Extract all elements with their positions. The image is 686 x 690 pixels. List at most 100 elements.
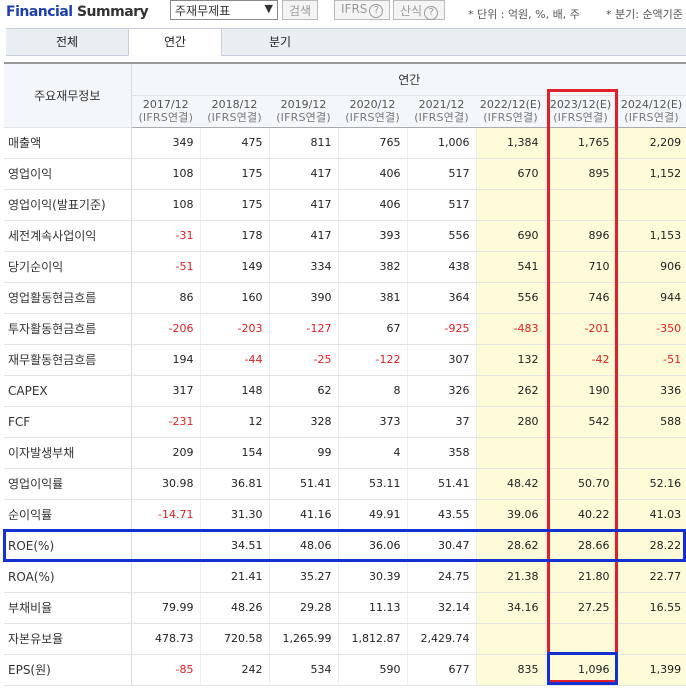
column-header: 2024/12(E) (IFRS연결) <box>616 95 686 128</box>
table-cell: -14.71 <box>130 499 200 531</box>
column-header: 2021/12 (IFRS연결) <box>407 95 476 128</box>
table-cell: 30.47 <box>406 530 476 562</box>
column-basis: (IFRS연결) <box>553 111 608 124</box>
table-cell: 1,006 <box>406 127 476 159</box>
row-label: 순이익률 <box>4 499 132 531</box>
column-period: 2019/12 <box>280 98 327 111</box>
table-cell: -51 <box>615 344 686 376</box>
column-basis: (IFRS연결) <box>207 111 262 124</box>
column-basis: (IFRS연결) <box>276 111 331 124</box>
row-label: 재무활동현금흐름 <box>4 344 132 376</box>
column-period: 2018/12 <box>211 98 258 111</box>
table-cell: -51 <box>130 251 200 283</box>
table-row: 재무활동현금흐름 194 -44 -25 -122 307 132 -42 -51 <box>4 344 686 376</box>
row-label: 부채비율 <box>4 592 132 624</box>
column-period: 2020/12 <box>349 98 396 111</box>
search-button-label: 검색 <box>289 4 312 18</box>
table-cell: 2,429.74 <box>406 623 476 655</box>
table-cell: 132 <box>475 344 545 376</box>
tab-quarter[interactable]: 분기 <box>222 29 338 56</box>
table-cell: 677 <box>406 654 476 686</box>
table-cell: 1,096 <box>544 654 616 686</box>
ifrs-button[interactable]: IFRS? <box>334 0 391 20</box>
table-cell: 108 <box>130 189 200 221</box>
table-cell: 944 <box>615 282 686 314</box>
table-cell: 28.22 <box>615 530 686 562</box>
table-cell: 99 <box>268 437 338 469</box>
title-part2: Summary <box>76 4 149 20</box>
table-cell: 41.16 <box>268 499 338 531</box>
column-period: 2022/12(E) <box>479 98 542 111</box>
column-header: 2022/12(E) (IFRS연결) <box>476 95 545 128</box>
row-label: 영업이익률 <box>4 468 132 500</box>
table-cell: 334 <box>268 251 338 283</box>
table-cell: 2,209 <box>615 127 686 159</box>
table-row: 영업이익(발표기준) 108 175 417 406 517 <box>4 189 686 221</box>
column-basis: (IFRS연결) <box>624 111 679 124</box>
table-row: FCF -231 12 328 373 37 280 542 588 <box>4 406 686 438</box>
table-cell <box>615 623 686 655</box>
table-cell <box>544 623 616 655</box>
table-cell: 40.22 <box>544 499 616 531</box>
table-cell: 39.06 <box>475 499 545 531</box>
table-cell: 21.38 <box>475 561 545 593</box>
table-cell: 30.39 <box>337 561 407 593</box>
table-cell: 37 <box>406 406 476 438</box>
column-period: 2024/12(E) <box>620 98 683 111</box>
table-cell: -350 <box>615 313 686 345</box>
column-header: 2019/12 (IFRS연결) <box>269 95 338 128</box>
table-cell: 36.06 <box>337 530 407 562</box>
table-cell: 364 <box>406 282 476 314</box>
search-button[interactable]: 검색 <box>282 0 319 20</box>
column-basis: (IFRS연결) <box>483 111 538 124</box>
tab-annual[interactable]: 연간 <box>128 28 222 56</box>
table-cell <box>475 437 545 469</box>
period-tabs: 전체 연간 분기 <box>6 28 686 56</box>
table-cell: 438 <box>406 251 476 283</box>
table-cell: 556 <box>475 282 545 314</box>
statement-select[interactable]: 주재무제표 ▼ <box>170 0 278 20</box>
row-label: 영업활동현금흐름 <box>4 282 132 314</box>
table-cell: 28.66 <box>544 530 616 562</box>
table-cell: 1,265.99 <box>268 623 338 655</box>
table-cell: 690 <box>475 220 545 252</box>
row-label: ROE(%) <box>4 530 132 562</box>
table-cell: 720.58 <box>199 623 269 655</box>
table-cell: 393 <box>337 220 407 252</box>
column-header: 2017/12 (IFRS연결) <box>131 95 200 128</box>
table-cell: 30.98 <box>130 468 200 500</box>
formula-button[interactable]: 산식? <box>393 0 446 20</box>
table-cell: 4 <box>337 437 407 469</box>
column-basis: (IFRS연결) <box>138 111 194 124</box>
statement-select-value: 주재무제표 <box>175 4 231 18</box>
table-cell: 41.03 <box>615 499 686 531</box>
table-cell: 8 <box>337 375 407 407</box>
table-cell: 48.42 <box>475 468 545 500</box>
table-cell: 382 <box>337 251 407 283</box>
table-cell: 811 <box>268 127 338 159</box>
table-cell: -44 <box>199 344 269 376</box>
table-cell: 34.51 <box>199 530 269 562</box>
table-cell: 381 <box>337 282 407 314</box>
table-cell: 406 <box>337 158 407 190</box>
table-cell: 148 <box>199 375 269 407</box>
table-cell: 336 <box>615 375 686 407</box>
table-cell: 16.55 <box>615 592 686 624</box>
table-cell: 27.25 <box>544 592 616 624</box>
table-cell: 349 <box>130 127 200 159</box>
title-part1: Financial <box>6 4 73 20</box>
table-cell: 406 <box>337 189 407 221</box>
row-label: 영업이익(발표기준) <box>4 189 132 221</box>
table-cell: 31.30 <box>199 499 269 531</box>
table-row: 매출액 349 475 811 765 1,006 1,384 1,765 2,209 <box>4 127 686 159</box>
ifrs-button-label: IFRS <box>341 2 368 16</box>
table-cell: 588 <box>615 406 686 438</box>
row-label: 이자발생부채 <box>4 437 132 469</box>
row-header: 주요재무정보 <box>4 62 132 128</box>
table-row: 세전계속사업이익 -31 178 417 393 556 690 896 1,153 <box>4 220 686 252</box>
table-cell: -42 <box>544 344 616 376</box>
top-bar: Financial Summary 주재무제표 ▼ 검색 IFRS? 산식? *… <box>0 0 686 26</box>
table-cell: 24.75 <box>406 561 476 593</box>
row-label: 자본유보율 <box>4 623 132 655</box>
tab-all[interactable]: 전체 <box>6 29 128 56</box>
